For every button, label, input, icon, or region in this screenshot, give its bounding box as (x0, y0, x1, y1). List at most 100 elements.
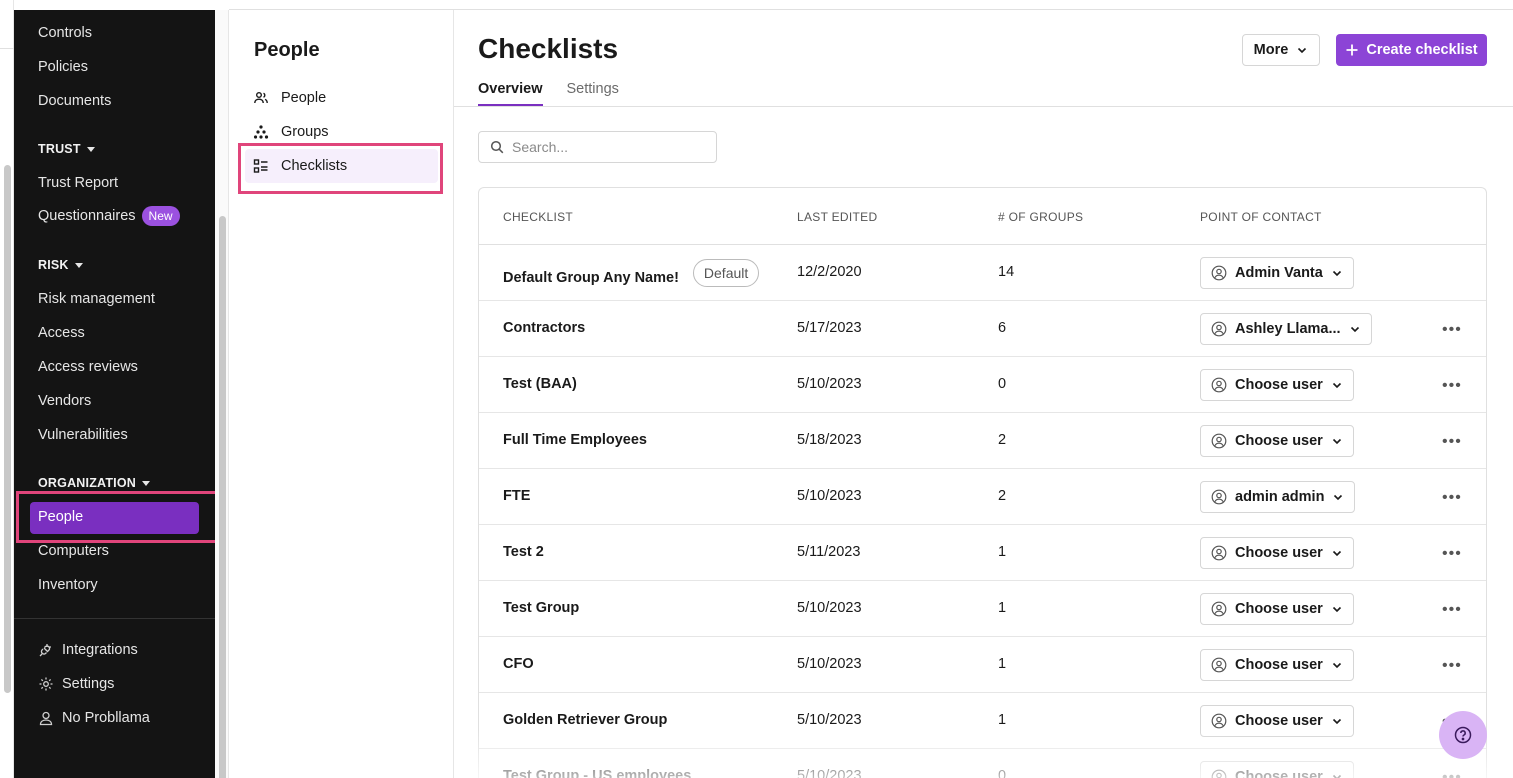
checklist-name[interactable]: Test Group - US employees (503, 768, 691, 778)
contact-select[interactable]: admin admin (1200, 481, 1356, 513)
checklist-name[interactable]: FTE (503, 488, 530, 504)
section-risk-label: RISK (38, 258, 69, 272)
sidebar-item-policies[interactable]: Policies (38, 59, 88, 75)
contact-select[interactable]: Ashley Llama... (1200, 313, 1372, 345)
sidebar-item-computers[interactable]: Computers (38, 543, 109, 559)
section-organization-toggle[interactable]: ORGANIZATION (38, 476, 150, 490)
sidebar-item-settings[interactable]: Settings (38, 676, 114, 692)
chevron-down-icon (1332, 718, 1341, 725)
contact-select-value: Admin Vanta (1235, 265, 1323, 281)
table-row[interactable]: Test Group - US employees 5/10/2023 0 Choos… (479, 749, 1486, 778)
tab-overview[interactable]: Overview (478, 81, 543, 106)
row-more-icon[interactable]: ••• (1442, 433, 1462, 451)
checklist-name[interactable]: Test (BAA) (503, 376, 577, 392)
sidebar-item-integrations-label: Integrations (62, 642, 138, 658)
section-risk-toggle[interactable]: RISK (38, 258, 83, 272)
contact-select[interactable]: Choose user (1200, 705, 1354, 737)
table-row[interactable]: Test 2 5/11/2023 1 Choose user ••• (479, 525, 1486, 581)
column-header-contact[interactable]: POINT OF CONTACT (1200, 210, 1322, 224)
user-circle-icon (1211, 377, 1227, 393)
checklist-name[interactable]: Test Group (503, 600, 579, 616)
contact-select[interactable]: Choose user (1200, 649, 1354, 681)
user-circle-icon (1211, 545, 1227, 561)
sidebar-item-integrations[interactable]: Integrations (38, 642, 138, 658)
sidebar-item-controls[interactable]: Controls (38, 25, 92, 41)
chevron-down-icon (1332, 662, 1341, 669)
table-header: CHECKLIST LAST EDITED # OF GROUPS POINT … (479, 188, 1486, 245)
last-edited: 5/10/2023 (797, 376, 862, 392)
table-row[interactable]: Full Time Employees 5/18/2023 2 Choose user… (479, 413, 1486, 469)
sidebar-item-access[interactable]: Access (38, 325, 85, 341)
page-title: Checklists (478, 33, 619, 64)
table-row[interactable]: Contractors 5/17/2023 6 Ashley Llama... ••• (479, 301, 1486, 357)
row-more-icon[interactable]: ••• (1442, 545, 1462, 563)
contact-select[interactable]: Admin Vanta (1200, 257, 1354, 289)
row-more-icon[interactable]: ••• (1442, 489, 1462, 507)
checklist-name[interactable]: Test 2 (503, 544, 544, 560)
sidebar-item-risk-management[interactable]: Risk management (38, 291, 155, 307)
sidebar-item-vulnerabilities[interactable]: Vulnerabilities (38, 427, 128, 443)
row-more-icon[interactable]: ••• (1442, 657, 1462, 675)
main-content: Checklists More Create checklist Overvie… (454, 10, 1513, 778)
groups-icon (253, 125, 269, 139)
contact-select-value: Choose user (1235, 657, 1323, 673)
last-edited: 5/10/2023 (797, 656, 862, 672)
group-count: 0 (998, 768, 1007, 778)
create-checklist-button[interactable]: Create checklist (1336, 34, 1487, 66)
contact-select[interactable]: Choose user (1200, 761, 1354, 778)
contact-select[interactable]: Choose user (1200, 425, 1354, 457)
row-more-icon[interactable]: ••• (1442, 601, 1462, 619)
table-row[interactable]: FTE 5/10/2023 2 admin admin ••• (479, 469, 1486, 525)
more-button[interactable]: More (1242, 34, 1320, 66)
row-more-icon[interactable]: ••• (1442, 377, 1462, 395)
sidebar-item-vendors[interactable]: Vendors (38, 393, 91, 409)
chevron-down-icon (1334, 494, 1343, 501)
table-row[interactable]: Test Group 5/10/2023 1 Choose user ••• (479, 581, 1486, 637)
new-badge: New (141, 206, 180, 226)
table-row[interactable]: Test (BAA) 5/10/2023 0 Choose user ••• (479, 357, 1486, 413)
group-count: 1 (998, 600, 1007, 616)
sidebar-scrollbar[interactable] (219, 216, 226, 778)
table-row[interactable]: Default Group Any Name! Default 12/2/2020 1… (479, 245, 1486, 301)
column-header-groups[interactable]: # OF GROUPS (998, 210, 1083, 224)
user-circle-icon (1211, 321, 1227, 337)
search-box (478, 131, 717, 163)
sidebar-item-questionnaires[interactable]: Questionnaires New (38, 206, 180, 226)
group-count: 1 (998, 656, 1007, 672)
column-header-checklist[interactable]: CHECKLIST (503, 210, 573, 224)
sidebar-item-documents[interactable]: Documents (38, 93, 111, 109)
checklist-name[interactable]: Full Time Employees (503, 432, 647, 448)
contact-select[interactable]: Choose user (1200, 369, 1354, 401)
row-more-icon[interactable]: ••• (1442, 769, 1462, 778)
plug-icon (39, 644, 51, 657)
checklist-name[interactable]: CFO (503, 656, 534, 672)
table-row[interactable]: CFO 5/10/2023 1 Choose user ••• (479, 637, 1486, 693)
checklist-name[interactable]: Golden Retriever Group (503, 712, 667, 728)
sidebar-item-user[interactable]: No Probllama (38, 710, 150, 726)
table-row[interactable]: Golden Retriever Group 5/10/2023 1 Choose u… (479, 693, 1486, 749)
help-button[interactable] (1439, 711, 1487, 759)
row-more-icon[interactable]: ••• (1442, 321, 1462, 339)
sidebar-item-inventory[interactable]: Inventory (38, 577, 98, 593)
contact-select[interactable]: Choose user (1200, 593, 1354, 625)
page-scrollbar[interactable] (4, 165, 11, 693)
last-edited: 5/17/2023 (797, 320, 862, 336)
chevron-down-icon (1332, 438, 1341, 445)
subnav-title: People (254, 39, 320, 61)
checklist-name[interactable]: Default Group Any Name! Default (503, 259, 760, 292)
user-circle-icon (1211, 601, 1227, 617)
sidebar-item-trust-report[interactable]: Trust Report (38, 175, 118, 191)
section-trust-toggle[interactable]: TRUST (38, 142, 95, 156)
group-count: 1 (998, 544, 1007, 560)
subnav-item-people[interactable]: People (245, 81, 438, 115)
last-edited: 5/18/2023 (797, 432, 862, 448)
tab-settings[interactable]: Settings (567, 81, 619, 106)
user-circle-icon (1211, 433, 1227, 449)
sidebar-item-access-reviews[interactable]: Access reviews (38, 359, 138, 375)
contact-select-value: Choose user (1235, 713, 1323, 729)
column-header-last-edited[interactable]: LAST EDITED (797, 210, 877, 224)
search-input[interactable] (512, 139, 702, 155)
checklist-name-text: Test 2 (503, 544, 544, 560)
checklist-name[interactable]: Contractors (503, 320, 585, 336)
contact-select[interactable]: Choose user (1200, 537, 1354, 569)
